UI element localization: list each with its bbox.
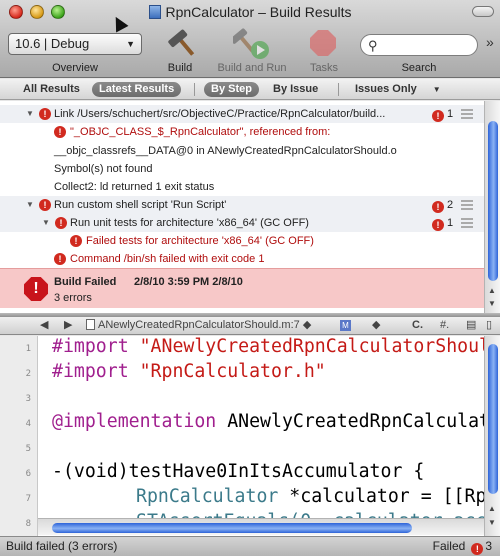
result-row-run-script[interactable]: ▼ ! Run custom shell script 'Run Script'… xyxy=(0,196,484,214)
error-count: ! 2 xyxy=(432,196,453,214)
build-failed-summary: ! Build Failed 2/8/10 3:59 PM 2/8/10 3 e… xyxy=(0,268,484,308)
error-icon: ! xyxy=(39,199,51,211)
error-icon: ! xyxy=(54,126,66,138)
hammer-icon[interactable] xyxy=(166,26,200,60)
error-icon: ! xyxy=(55,217,67,229)
scheme-popup[interactable]: 10.6 | Debug ▼ xyxy=(8,33,142,55)
stop-icon[interactable] xyxy=(310,30,336,56)
line-number-gutter: 1 2 3 4 5 6 7 8 xyxy=(0,336,38,536)
error-icon: ! xyxy=(54,253,66,265)
error-icon: ! xyxy=(471,543,484,555)
overview-label: Overview xyxy=(52,62,98,74)
error-count: ! 1 xyxy=(432,105,453,123)
editor-navigation-bar: ◀ ▶ ANewlyCreatedRpnCalculatorShould.m:7… xyxy=(0,317,500,335)
result-row-link[interactable]: ▼ ! Link /Users/schuchert/src/ObjectiveC… xyxy=(0,105,484,123)
nav-back-icon[interactable]: ◀ xyxy=(40,317,48,334)
by-issue-button[interactable]: By Issue xyxy=(266,82,325,97)
search-label: Search xyxy=(401,62,437,74)
code-editor[interactable]: 1 2 3 4 5 6 7 8 #import "ANewlyCreatedRp… xyxy=(0,336,484,536)
error-icon: ! xyxy=(432,110,444,122)
latest-results-button[interactable]: Latest Results xyxy=(92,82,182,97)
error-count: ! 1 xyxy=(432,214,453,232)
build-results-list: ▼ ! Link /Users/schuchert/src/ObjectiveC… xyxy=(0,101,500,313)
result-row[interactable]: ! Command /bin/sh failed with exit code … xyxy=(0,250,484,268)
tasks-label[interactable]: Tasks xyxy=(302,62,346,74)
file-popup[interactable]: ANewlyCreatedRpnCalculatorShould.m:7 ◆ xyxy=(86,317,311,334)
by-step-button[interactable]: By Step xyxy=(204,82,259,97)
build-failed-stop-icon: ! xyxy=(24,277,48,301)
code-line: -(void)testHave0InItsAccumulator { xyxy=(52,461,425,482)
include-popup[interactable]: #. xyxy=(440,317,449,334)
result-row[interactable]: Collect2: ld returned 1 exit status xyxy=(0,178,484,196)
scroll-up-icon[interactable]: ▲ xyxy=(488,504,496,513)
result-row-unit-tests[interactable]: ▼ ! Run unit tests for architecture 'x86… xyxy=(0,214,484,232)
build-and-run-label[interactable]: Build and Run xyxy=(212,62,292,74)
disclosure-triangle-icon[interactable]: ▼ xyxy=(26,196,34,214)
all-results-button[interactable]: All Results xyxy=(16,82,87,97)
status-bar: Build failed (3 errors) Failed! 3 xyxy=(0,536,500,556)
chevron-down-icon: ▼ xyxy=(432,85,441,94)
code-line: #import "RpnCalculator.h" xyxy=(52,361,326,382)
divider xyxy=(194,83,195,96)
code-line: RpnCalculator *calculator = [[Rp xyxy=(136,486,484,507)
toolbar-toggle-button[interactable] xyxy=(472,6,494,17)
scroll-down-icon[interactable]: ▼ xyxy=(488,299,496,308)
code-line: #import "ANewlyCreatedRpnCalculatorShoul xyxy=(52,336,484,357)
build-button-label[interactable]: Build xyxy=(160,62,200,74)
scroll-down-icon[interactable]: ▼ xyxy=(488,518,496,527)
results-scroll-thumb[interactable] xyxy=(488,121,498,281)
result-row[interactable]: ! "_OBJC_CLASS_$_RpnCalculator", referen… xyxy=(0,123,484,141)
bookmarks-popup[interactable]: ◆ xyxy=(372,317,380,334)
nav-forward-icon[interactable]: ▶ xyxy=(64,317,72,334)
lock-icon[interactable]: ▯ xyxy=(486,317,492,334)
window-toolbar: RpnCalculator – Build Results 10.6 | Deb… xyxy=(0,0,500,78)
window-title: RpnCalculator – Build Results xyxy=(0,4,500,20)
counterpart-icon[interactable]: ▤ xyxy=(466,317,476,334)
disclosure-triangle-icon[interactable]: ▼ xyxy=(26,105,34,123)
divider xyxy=(338,83,339,96)
error-icon: ! xyxy=(39,108,51,120)
error-icon: ! xyxy=(432,201,444,213)
result-row[interactable]: ! Failed tests for architecture 'x86_64'… xyxy=(0,232,484,250)
toolbar-overflow-icon[interactable]: » xyxy=(486,34,494,50)
code-line: @implementation ANewlyCreatedRpnCalculat xyxy=(52,411,484,432)
disclosure-triangle-icon[interactable]: ▼ xyxy=(42,214,50,232)
search-input[interactable]: ⚲ xyxy=(360,34,478,56)
result-row[interactable]: __objc_classrefs__DATA@0 in ANewlyCreate… xyxy=(0,142,484,160)
method-icon[interactable]: M xyxy=(340,320,351,331)
class-popup[interactable]: C. xyxy=(412,317,423,334)
show-log-icon[interactable] xyxy=(461,109,473,119)
editor-vertical-scrollbar[interactable]: ▲ ▼ xyxy=(484,336,500,536)
file-icon xyxy=(86,319,95,330)
status-text: Build failed (3 errors) xyxy=(6,539,118,553)
error-icon: ! xyxy=(432,219,444,231)
error-icon: ! xyxy=(70,235,82,247)
project-document-icon xyxy=(148,5,161,19)
editor-horizontal-scroll-thumb[interactable] xyxy=(52,523,412,533)
build-and-run-icon[interactable] xyxy=(233,26,271,60)
show-log-icon[interactable] xyxy=(461,218,473,228)
chevron-down-icon: ▼ xyxy=(126,39,135,49)
result-row[interactable]: Symbol(s) not found xyxy=(0,160,484,178)
editor-vertical-scroll-thumb[interactable] xyxy=(488,344,498,494)
scroll-up-icon[interactable]: ▲ xyxy=(488,286,496,295)
search-icon: ⚲ xyxy=(368,38,378,53)
show-log-icon[interactable] xyxy=(461,200,473,210)
issues-only-popup[interactable]: Issues Only ▼ xyxy=(348,82,448,97)
results-scrollbar[interactable]: ▲ ▼ xyxy=(484,101,500,313)
build-status-indicator[interactable]: Failed! 3 xyxy=(433,537,492,556)
results-filter-bar: All Results Latest Results By Step By Is… xyxy=(0,79,500,100)
editor-horizontal-scrollbar[interactable] xyxy=(38,518,484,535)
